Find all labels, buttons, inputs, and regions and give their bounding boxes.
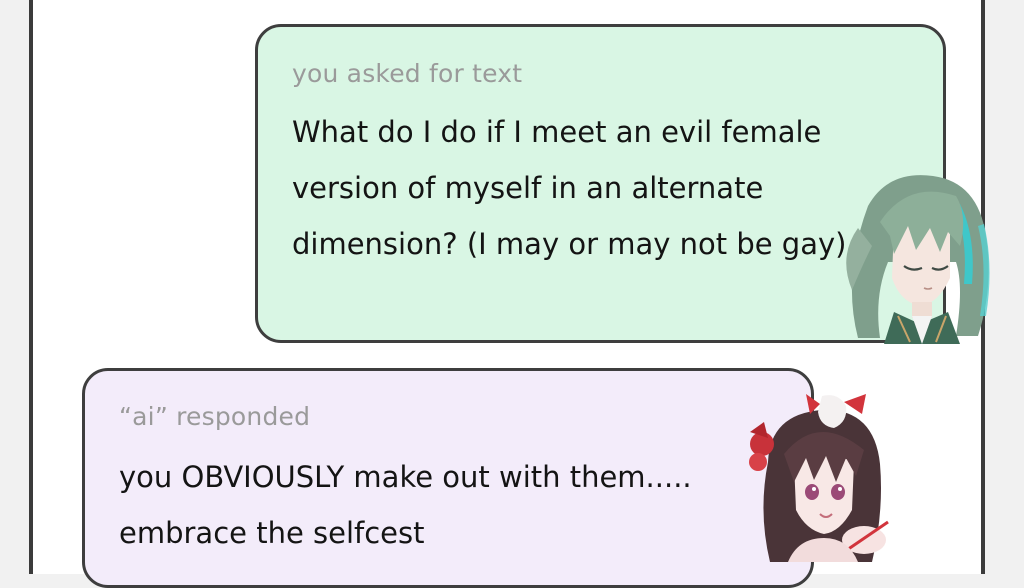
user-message-text: What do I do if I meet an evil female ve… [292, 115, 847, 261]
green-haired-character-icon [846, 175, 990, 344]
ai-message-text: you OBVIOUSLY make out with them..... em… [119, 460, 692, 550]
dark-haired-character-icon [749, 394, 889, 562]
user-message-caption: you asked for text [292, 59, 523, 88]
ai-message-bubble: “ai” responded you OBVIOUSLY make out wi… [82, 368, 814, 588]
ai-message-caption: “ai” responded [119, 402, 311, 431]
